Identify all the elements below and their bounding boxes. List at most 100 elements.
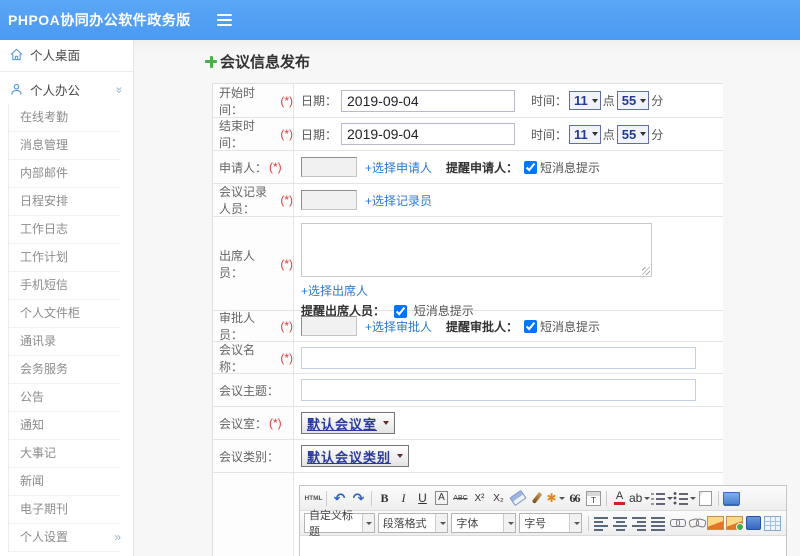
strikethrough-button[interactable]: ABC <box>451 488 470 508</box>
end-date-input[interactable] <box>341 123 516 145</box>
align-left-button[interactable] <box>592 513 611 533</box>
label-text: 开始时间： <box>219 85 256 117</box>
undo-icon[interactable]: ↶ <box>330 488 349 508</box>
sidebar-item-meeting-service[interactable]: 会务服务 <box>9 356 121 384</box>
start-minute-select[interactable]: 55 <box>616 91 650 110</box>
sidebar-item-messages[interactable]: 消息管理 <box>9 132 121 160</box>
align-center-button[interactable] <box>611 513 630 533</box>
underline-button[interactable]: U <box>413 488 432 508</box>
label-text: 会议类别： <box>219 449 280 464</box>
chevron-down-icon[interactable]: » <box>113 86 127 93</box>
home-icon <box>10 48 23 61</box>
italic-button[interactable]: I <box>394 488 413 508</box>
end-hour-select[interactable]: 11 <box>569 124 601 144</box>
select-attendees-link[interactable]: +选择出席人 <box>301 284 368 298</box>
unordered-list-button[interactable] <box>673 488 697 508</box>
row-meeting-room: 会议室： (*) 默认会议室 <box>213 407 723 440</box>
sidebar-item-settings[interactable]: 个人设置» <box>9 524 121 552</box>
html-source-button[interactable]: HTML <box>304 488 323 508</box>
chevron-right-icon: » <box>114 530 121 544</box>
meeting-room-select[interactable]: 默认会议室 <box>301 412 396 434</box>
insert-media-button[interactable] <box>744 513 763 533</box>
remove-link-button[interactable] <box>687 513 706 533</box>
upload-image-button[interactable] <box>725 513 745 533</box>
font-color-button[interactable]: A <box>610 488 629 508</box>
custom-heading-select[interactable]: 自定义标题 <box>304 510 375 538</box>
sidebar-item-attendance[interactable]: 在线考勤 <box>9 104 121 132</box>
rich-text-editor: HTML ↶ ↷ B I U A ABC X² X₂ ✱ 66 T A ab 自… <box>299 485 787 556</box>
sidebar-item-schedule[interactable]: 日程安排 <box>9 188 121 216</box>
sidebar-item-e-journal[interactable]: 电子期刊 <box>9 496 121 524</box>
align-right-button[interactable] <box>630 513 649 533</box>
resize-handle-icon[interactable] <box>642 267 650 275</box>
redo-icon[interactable]: ↷ <box>349 488 368 508</box>
fullscreen-button[interactable] <box>722 488 741 508</box>
meeting-name-input[interactable] <box>301 346 696 369</box>
paste-as-text-button[interactable]: T <box>584 488 603 508</box>
attendees-textarea[interactable] <box>301 223 652 277</box>
ordered-list-button[interactable] <box>650 488 674 508</box>
font-family-select[interactable]: 字体 <box>451 513 517 533</box>
media-icon <box>746 516 762 530</box>
start-time-label: 开始时间： (*) <box>213 84 294 117</box>
caret-down-icon <box>640 98 647 103</box>
new-document-button[interactable] <box>696 488 715 508</box>
approver-sms-checkbox[interactable] <box>524 319 538 333</box>
insert-link-button[interactable] <box>668 513 687 533</box>
attendees-value: +选择出席人 提醒出席人员： 短消息提示 <box>294 217 723 319</box>
sidebar-item-internal-mail[interactable]: 内部邮件 <box>9 160 121 188</box>
editor-content-area[interactable] <box>300 536 786 556</box>
blockquote-button[interactable]: 66 <box>565 488 584 508</box>
quick-format-button[interactable]: ✱ <box>546 488 565 508</box>
date-label: 日期： <box>301 94 338 108</box>
toolbar-separator <box>588 515 590 531</box>
sidebar-item-contacts[interactable]: 通讯录 <box>9 328 121 356</box>
sidebar-item-news[interactable]: 新闻 <box>9 468 121 496</box>
end-minute-select[interactable]: 55 <box>616 124 650 144</box>
remove-format-button[interactable] <box>508 488 527 508</box>
sidebar-item-notice[interactable]: 通知 <box>9 412 121 440</box>
meeting-category-select[interactable]: 默认会议类别 <box>301 445 410 467</box>
time-label: 时间： <box>531 94 568 108</box>
sidebar-item-sms[interactable]: 手机短信 <box>9 272 121 300</box>
unlink-icon <box>689 518 705 528</box>
sidebar-item-events[interactable]: 大事记 <box>9 440 121 468</box>
paste-text-icon: T <box>586 490 601 506</box>
meeting-subject-input[interactable] <box>301 379 696 401</box>
start-date-input[interactable] <box>341 89 516 112</box>
sidebar-item-file-cabinet[interactable]: 个人文件柜 <box>9 300 121 328</box>
superscript-button[interactable]: X² <box>470 488 489 508</box>
menu-hamburger-icon[interactable] <box>216 11 232 29</box>
approver-input[interactable] <box>301 316 357 336</box>
applicant-input[interactable] <box>301 157 357 177</box>
sidebar-item-work-plan[interactable]: 工作计划 <box>9 244 121 272</box>
applicant-value: +选择申请人 提醒申请人： 短消息提示 <box>294 151 723 183</box>
sidebar-item-work-log[interactable]: 工作日志 <box>9 216 121 244</box>
meeting-name-value <box>294 342 723 373</box>
insert-image-button[interactable] <box>706 513 725 533</box>
subscript-button[interactable]: X₂ <box>489 488 508 508</box>
unordered-list-icon <box>673 491 689 505</box>
row-recorder: 会议记录人员： (*) +选择记录员 <box>213 184 723 217</box>
required-marker: (*) <box>280 127 293 141</box>
row-approver: 审批人员： (*) +选择审批人 提醒审批人： 短消息提示 <box>213 311 723 342</box>
paragraph-format-select[interactable]: 段落格式 <box>377 513 449 533</box>
bold-button[interactable]: B <box>375 488 394 508</box>
select-approver-link[interactable]: +选择审批人 <box>365 318 432 335</box>
applicant-sms-checkbox[interactable] <box>524 160 538 174</box>
sidebar-item-announcement[interactable]: 公告 <box>9 384 121 412</box>
sidebar-section-office[interactable]: 个人办公 » <box>0 75 133 104</box>
sidebar-item-desktop[interactable]: 个人桌面 <box>0 40 133 69</box>
insert-table-button[interactable] <box>763 513 782 533</box>
highlight-color-button[interactable]: ab <box>629 488 651 508</box>
start-hour-select[interactable]: 11 <box>569 91 601 110</box>
format-painter-button[interactable] <box>527 488 546 508</box>
caret-down-icon <box>640 132 647 136</box>
meeting-room-label: 会议室： (*) <box>213 407 294 439</box>
select-recorder-link[interactable]: +选择记录员 <box>365 192 432 209</box>
font-size-select[interactable]: 字号 <box>519 513 583 533</box>
recorder-input[interactable] <box>301 190 357 210</box>
align-justify-button[interactable] <box>649 513 668 533</box>
select-applicant-link[interactable]: +选择申请人 <box>365 159 432 176</box>
font-style-button[interactable]: A <box>432 488 451 508</box>
